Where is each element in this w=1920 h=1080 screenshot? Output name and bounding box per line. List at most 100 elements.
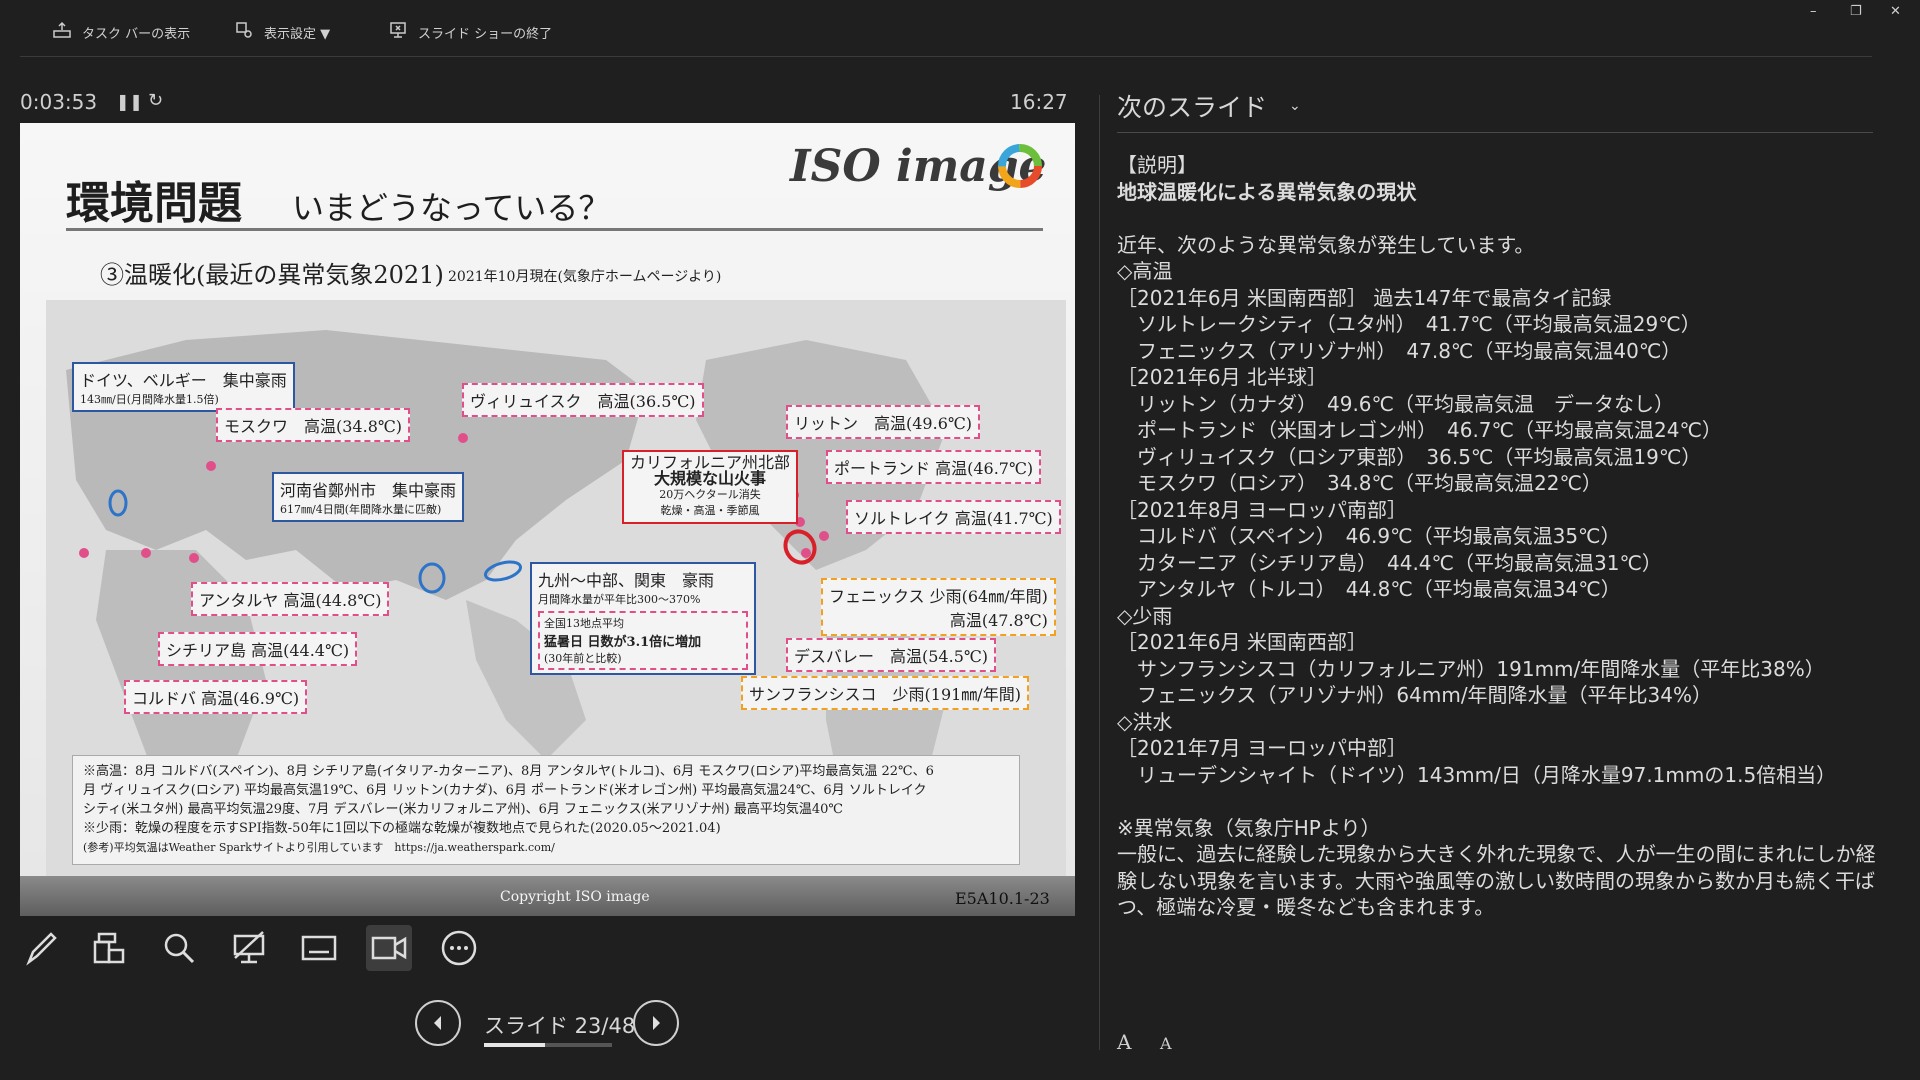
notes-line: アンタルヤ（トルコ） 44.8℃（平均最高気温34℃） xyxy=(1117,577,1621,601)
slide-progress-fill xyxy=(484,1043,546,1047)
end-show-icon xyxy=(388,20,408,44)
section-heading: ③温暖化(最近の異常気象2021) xyxy=(100,261,444,289)
next-slide-header[interactable]: 次のスライド ⌄ xyxy=(1117,88,1301,124)
notes-line: ［2021年7月 ヨーロッパ中部］ xyxy=(1117,736,1407,760)
presentation-icon xyxy=(233,931,265,964)
slide-note-line: ※少雨：乾燥の程度を示すSPI指数-50年に1回以下の極端な乾燥が複数地点で見ら… xyxy=(83,821,721,836)
title-rule xyxy=(66,228,1043,231)
notes-line: 一般に、過去に経験した現象から大きく外れた現象で、人が一生の間にまれにしか経 xyxy=(1117,842,1876,866)
label-lytton: リットン 高温(49.6℃) xyxy=(786,405,981,439)
slide-note-line: (参考)平均気温はWeather Sparkサイトより引用しています https… xyxy=(83,841,555,854)
speaker-notes: 【説明】 地球温暖化による異常気象の現状 近年、次のような異常気象が発生しています。… xyxy=(1117,152,1877,921)
slide-copyright: Copyright ISO image xyxy=(500,889,650,905)
notes-line xyxy=(1117,205,1877,232)
restart-icon[interactable]: ↻ xyxy=(148,90,163,111)
panel-divider xyxy=(1099,95,1100,1050)
current-time: 16:27 xyxy=(1010,90,1068,114)
notes-line: サンフランシスコ（カリフォルニア州）191mm/年間降水量（平年比38%） xyxy=(1117,656,1825,681)
more-icon xyxy=(441,930,477,966)
notes-line: ［2021年6月 米国南西部］ 過去147年で最高タイ記録 xyxy=(1117,285,1612,310)
pause-icon[interactable]: ❚❚ xyxy=(116,92,143,111)
slide-counter[interactable]: スライド 23/48 xyxy=(484,1010,635,1040)
slide-subtitle: いまどうなっている？ xyxy=(292,189,611,227)
slide-note-line: 月 ヴィリュイスク(ロシア) 平均最高気温19℃、6月 リットン(カナダ)、6月… xyxy=(83,783,927,798)
notes-line: ［2021年6月 米国南西部］ xyxy=(1117,630,1367,654)
label-antalya: アンタルヤ 高温(44.8℃) xyxy=(191,582,390,616)
slide-notes-box: ※高温：8月 コルドバ(スペイン)、8月 シチリア島(イタリア-カターニア)、8… xyxy=(72,755,1020,865)
minimize-button[interactable]: – xyxy=(1810,4,1817,19)
zoom-button[interactable] xyxy=(156,925,202,971)
slide-title: 環境問題 xyxy=(66,178,242,229)
elapsed-timer: 0:03:53 xyxy=(20,90,98,114)
notes-line: 近年、次のような異常気象が発生しています。 xyxy=(1117,232,1535,257)
prev-arrow-icon xyxy=(434,1016,441,1030)
pen-icon xyxy=(26,932,57,966)
notes-divider xyxy=(1117,132,1873,133)
previous-slide-button[interactable] xyxy=(415,1000,461,1046)
notes-line: 験しない現象を言います。大雨や強風等の激しい数時間の現象から数か月も続く干ば xyxy=(1117,868,1875,893)
black-screen-button[interactable] xyxy=(226,925,272,971)
heat-days-1: 全国13地点平均 xyxy=(544,617,624,630)
next-slide-label: 次のスライド xyxy=(1117,93,1268,122)
slide-code: E5A10.1-23 xyxy=(955,889,1050,908)
logo-ring-icon xyxy=(998,144,1042,188)
label-phoenix-1: フェニックス 少雨(64㎜/年間) xyxy=(829,587,1048,606)
slide-note-line: ※高温：8月 コルドバ(スペイン)、8月 シチリア島(イタリア-カターニア)、8… xyxy=(83,764,934,779)
label-california: カリフォルニア州北部 大規模な山火事 20万ヘクタール消失 乾燥・高温・季節風 xyxy=(622,450,799,524)
notes-line: フェニックス（アリゾナ州）64mm/年間降水量（平年比34%） xyxy=(1117,683,1713,707)
font-decrease-button[interactable]: A xyxy=(1160,1034,1172,1053)
notes-line: ◇少雨 xyxy=(1117,603,1173,628)
notes-line: ヴィリュイスク（ロシア東部） 36.5℃（平均最高気温19℃） xyxy=(1117,444,1702,469)
notes-line: ◇洪水 xyxy=(1117,709,1173,734)
label-moscow: モスクワ 高温(34.8℃) xyxy=(216,408,411,442)
label-sanfrancisco: サンフランシスコ 少雨(191㎜/年間) xyxy=(741,676,1029,710)
notes-line: モスクワ（ロシア） 34.8℃（平均最高気温22℃） xyxy=(1117,471,1602,495)
notes-line: カターニア（シチリア島） 44.4℃（平均最高気温31℃） xyxy=(1117,550,1662,575)
top-toolbar: タスク バーの表示 表示設定 ▼ スライド ショーの終了 – ❐ ✕ xyxy=(0,0,1920,58)
subtitles-button[interactable] xyxy=(296,925,342,971)
restore-button[interactable]: ❐ xyxy=(1850,4,1862,19)
label-portland: ポートランド 高温(46.7℃) xyxy=(826,450,1042,484)
notes-line: ◇高温 xyxy=(1117,259,1173,283)
slide-progress-bar xyxy=(484,1043,612,1047)
label-kyushu-text: 九州～中部、関東 豪雨 xyxy=(538,571,715,590)
notes-line: ［2021年8月 ヨーロッパ南部］ xyxy=(1117,497,1407,522)
notes-line: 地球温暖化による異常気象の現状 xyxy=(1117,179,1417,204)
subtitles-icon xyxy=(301,935,337,961)
notes-line: フェニックス（アリゾナ州） 47.8℃（平均最高気温40℃） xyxy=(1117,338,1682,363)
heat-days-3: (30年前と比較) xyxy=(544,652,622,665)
label-verkhoyansk: ヴィリュイスク 高温(36.5℃) xyxy=(462,383,704,417)
heat-days-2: 猛暑日 日数が3.1倍に増加 xyxy=(544,635,702,650)
all-slides-icon xyxy=(93,932,125,964)
display-settings-icon xyxy=(234,20,254,44)
next-slide-button[interactable] xyxy=(633,1000,679,1046)
label-zhengzhou: 河南省鄭州市 集中豪雨 617㎜/4日間(年間降水量に匹敵) xyxy=(272,472,465,522)
more-options-button[interactable] xyxy=(436,925,482,971)
label-germany-text: ドイツ、ベルギー 集中豪雨 xyxy=(80,371,287,390)
dropdown-chevron-icon: ⌄ xyxy=(1289,98,1301,114)
notes-line: ソルトレークシティ（ユタ州） 41.7℃（平均最高気温29℃） xyxy=(1117,312,1701,336)
label-germany: ドイツ、ベルギー 集中豪雨 143㎜/日(月間降水量1.5倍) xyxy=(72,362,295,412)
label-deathvalley: デスバレー 高温(54.5℃) xyxy=(786,638,997,672)
current-slide[interactable]: 環境問題 いまどうなっている？ ISO image ③温暖化(最近の異常気象20… xyxy=(20,123,1075,916)
label-germany-sub: 143㎜/日(月間降水量1.5倍) xyxy=(80,393,219,406)
end-slideshow-button[interactable]: スライド ショーの終了 xyxy=(388,18,552,46)
label-kyushu-sub: 月間降水量が平年比300～370% xyxy=(538,593,701,606)
notes-line: リューデンシャイト（ドイツ）143mm/日（月降水量97.1mmの1.5倍相当） xyxy=(1117,762,1837,787)
label-california-4: 乾燥・高温・季節風 xyxy=(660,504,760,517)
next-arrow-icon xyxy=(653,1016,660,1030)
notes-line: リットン（カナダ） 49.6℃（平均最高気温 データなし） xyxy=(1117,391,1674,416)
display-settings-button[interactable]: 表示設定 ▼ xyxy=(234,18,330,46)
label-phoenix-2: 高温(47.8℃) xyxy=(949,611,1048,630)
notes-line: ※異常気象（気象庁HPより） xyxy=(1117,815,1381,840)
all-slides-button[interactable] xyxy=(86,925,132,971)
end-slideshow-label: スライド ショーの終了 xyxy=(418,26,553,42)
show-taskbar-button[interactable]: タスク バーの表示 xyxy=(52,18,190,46)
close-button[interactable]: ✕ xyxy=(1890,4,1901,19)
date-note: 2021年10月現在(気象庁ホームページより) xyxy=(448,269,722,285)
camera-toggle-button[interactable] xyxy=(366,925,412,971)
font-increase-button[interactable]: A xyxy=(1117,1030,1131,1054)
label-kyushu: 九州～中部、関東 豪雨 月間降水量が平年比300～370% 全国13地点平均 猛… xyxy=(530,562,756,675)
label-saltlake: ソルトレイク 高温(41.7℃) xyxy=(846,500,1061,534)
pen-tool-button[interactable] xyxy=(18,925,64,971)
